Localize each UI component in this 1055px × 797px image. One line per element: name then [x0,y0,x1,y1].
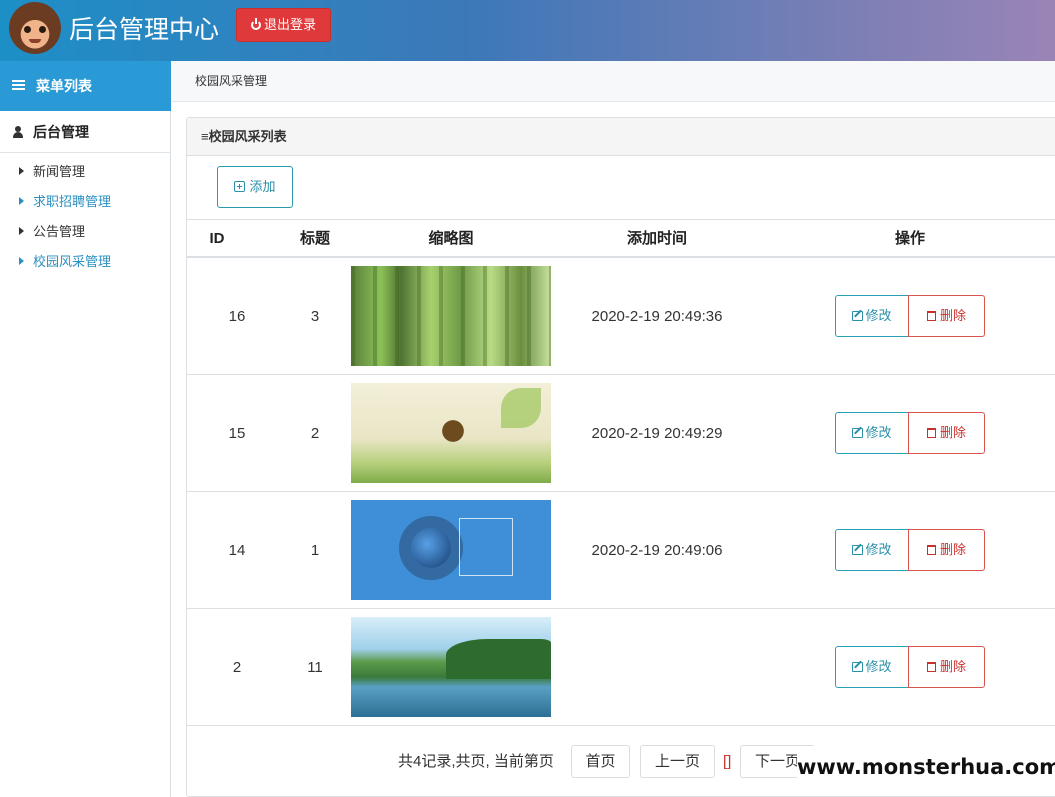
col-thumbnail: 缩略图 [428,230,474,247]
logout-button[interactable]: 退出登录 [236,8,331,42]
edit-button[interactable]: 修改 [835,412,909,454]
sidebar: 菜单列表 后台管理 新闻管理 求职招聘管理 公告管理 校园风采管理 [0,61,171,797]
thumbnail-image [351,383,551,483]
thumbnail-image [351,617,551,717]
thumbnail-image [351,500,551,600]
edit-button[interactable]: 修改 [835,646,909,688]
delete-label: 删除 [939,425,966,440]
table-row: 15 2 2020-2-19 20:49:29 修改 删除 [187,375,1055,492]
caret-right-icon [19,167,24,175]
watermark-text: www.monsterhua.com [797,746,1055,788]
sidebar-item-jobs[interactable]: 求职招聘管理 [0,187,171,217]
add-button[interactable]: 添加 [217,166,293,208]
cell-time: 2020-2-19 20:49:29 [591,425,723,442]
cell-id: 2 [232,659,242,676]
list-panel: ≡校园风采列表 添加 ID 标题 缩略图 添加时间 操作 16 3 2020-2… [186,117,1055,797]
breadcrumb: 校园风采管理 [172,61,1055,102]
delete-button[interactable]: 删除 [908,529,985,571]
pagination-summary: 共4记录,共页, 当前第页 [398,753,554,770]
cell-id: 16 [228,308,246,325]
user-icon [13,126,23,138]
table-row: 2 11 修改 删除 [187,609,1055,726]
sidebar-item-label: 求职招聘管理 [33,194,112,209]
thumbnail-image [351,266,551,366]
col-id: ID [209,230,225,247]
plus-square-icon [234,181,246,192]
delete-label: 删除 [939,659,966,674]
avatar [9,2,61,54]
edit-button[interactable]: 修改 [835,295,909,337]
edit-label: 修改 [865,425,892,440]
edit-label: 修改 [865,659,892,674]
cell-id: 15 [228,425,246,442]
menu-group-label: 后台管理 [33,124,89,140]
sidebar-item-campus[interactable]: 校园风采管理 [0,247,171,277]
col-actions: 操作 [894,230,925,247]
breadcrumb-current: 校园风采管理 [195,74,268,88]
sidebar-item-label: 新闻管理 [33,164,86,179]
menu-title: 菜单列表 [36,78,92,94]
delete-label: 删除 [939,308,966,323]
edit-icon [852,662,864,672]
add-label: 添加 [249,179,276,194]
delete-button[interactable]: 删除 [908,412,985,454]
edit-label: 修改 [865,308,892,323]
cell-time [567,609,747,726]
table-header: ID 标题 缩略图 添加时间 操作 [187,219,1055,258]
delete-button[interactable]: 删除 [908,295,985,337]
edit-icon [852,311,864,321]
list-icon [12,80,25,91]
panel-header: ≡校园风采列表 [187,118,1055,156]
trash-icon [926,311,936,321]
cell-title: 3 [310,308,320,325]
edit-button[interactable]: 修改 [835,529,909,571]
table-row: 16 3 2020-2-19 20:49:36 修改 删除 [187,258,1055,375]
cell-title: 11 [307,659,323,676]
menu-header: 菜单列表 [0,61,171,111]
delete-label: 删除 [939,542,966,557]
edit-label: 修改 [865,542,892,557]
panel-title: ≡校园风采列表 [201,129,287,144]
prev-page-button[interactable]: 上一页 [640,745,715,778]
caret-right-icon [19,227,24,235]
menu-group-admin[interactable]: 后台管理 [0,111,171,153]
table-row: 14 1 2020-2-19 20:49:06 修改 删除 [187,492,1055,609]
cell-title: 2 [310,425,320,442]
sidebar-item-label: 校园风采管理 [33,254,112,269]
top-header: 后台管理中心 退出登录 [0,0,1055,61]
edit-icon [852,428,864,438]
cell-title: 1 [310,542,320,559]
cell-id: 14 [228,542,246,559]
edit-icon [852,545,864,555]
current-page-indicator: [] [723,753,732,770]
cell-time: 2020-2-19 20:49:06 [591,542,723,559]
cell-time: 2020-2-19 20:49:36 [591,308,723,325]
col-added-time: 添加时间 [626,230,687,247]
sidebar-item-label: 公告管理 [33,224,86,239]
trash-icon [926,662,936,672]
trash-icon [926,428,936,438]
trash-icon [926,545,936,555]
page-title: 后台管理中心 [69,15,220,44]
first-page-button[interactable]: 首页 [571,745,630,778]
delete-button[interactable]: 删除 [908,646,985,688]
caret-right-icon [19,257,24,265]
sidebar-item-news[interactable]: 新闻管理 [0,157,171,187]
sidebar-item-notices[interactable]: 公告管理 [0,217,171,247]
col-title: 标题 [299,230,330,247]
logout-label: 退出登录 [263,17,316,32]
caret-right-icon [19,197,24,205]
power-icon [250,18,261,30]
